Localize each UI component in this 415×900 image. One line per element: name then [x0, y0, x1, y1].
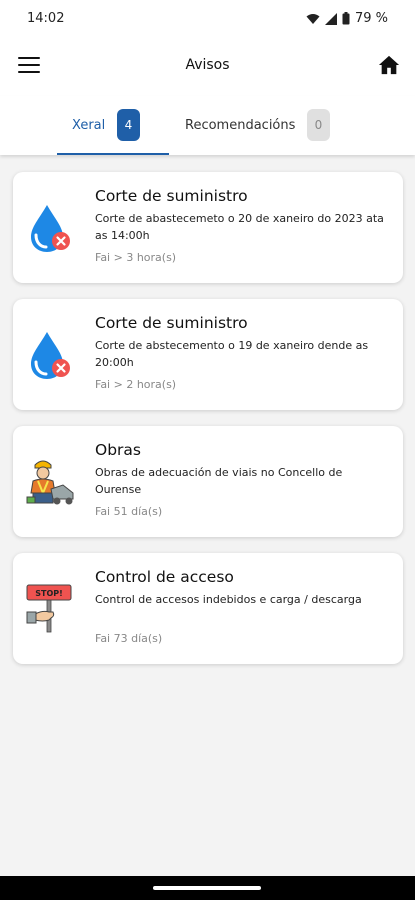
page-title: Avisos	[185, 57, 230, 73]
notice-card[interactable]: Obras Obras de adecuación de viais no Co…	[13, 426, 403, 537]
stop-sign-icon: STOP!	[26, 584, 72, 633]
status-time: 14:02	[27, 11, 65, 26]
status-icons: 79 %	[306, 11, 388, 26]
battery-icon	[342, 12, 350, 25]
tab-label: Recomendacións	[185, 118, 296, 133]
construction-worker-icon	[26, 460, 74, 505]
notice-time: Fai > 2 hora(s)	[95, 378, 177, 391]
notice-title: Corte de suministro	[95, 314, 248, 332]
notice-time: Fai 51 día(s)	[95, 505, 163, 518]
notice-card[interactable]: Corte de suministro Corte de abstecement…	[13, 299, 403, 410]
tab-label: Xeral	[72, 118, 106, 133]
system-nav-bar	[0, 876, 415, 900]
home-icon[interactable]	[378, 54, 400, 76]
notice-description: Control de accesos indebidos e carga / d…	[95, 593, 362, 606]
count-badge: 0	[307, 109, 330, 141]
tab-bar: Xeral 4 Recomendacións 0	[0, 96, 415, 155]
water-drop-cut-icon	[31, 332, 70, 379]
water-drop-cut-icon	[31, 205, 70, 252]
tab-recomendacions[interactable]: Recomendacións 0	[170, 96, 370, 155]
notice-description: Corte de abstecemento o 19 de xaneiro de…	[95, 339, 369, 369]
signal-icon	[324, 12, 337, 25]
tab-xeral[interactable]: Xeral 4	[57, 96, 169, 155]
notice-title: Control de acceso	[95, 568, 234, 586]
notice-card[interactable]: STOP! Control de acceso Control de acces…	[13, 553, 403, 664]
notice-time: Fai > 3 hora(s)	[95, 251, 177, 264]
count-badge: 4	[117, 109, 140, 141]
notice-description: Corte de abastecemeto o 20 de xaneiro do…	[95, 212, 384, 242]
wifi-icon	[306, 13, 320, 24]
notice-title: Corte de suministro	[95, 187, 248, 205]
status-bar: 14:02 79 %	[0, 0, 415, 38]
app-bar: Avisos	[0, 38, 415, 96]
stop-sign-text: STOP!	[35, 589, 63, 598]
battery-percent: 79 %	[354, 11, 388, 26]
notice-time: Fai 73 día(s)	[95, 632, 163, 645]
home-indicator[interactable]	[153, 886, 261, 890]
active-tab-indicator	[57, 153, 169, 155]
notice-description: Obras de adecuación de viais no Concello…	[95, 466, 343, 496]
notice-card[interactable]: Corte de suministro Corte de abastecemet…	[13, 172, 403, 283]
notice-title: Obras	[95, 441, 141, 459]
